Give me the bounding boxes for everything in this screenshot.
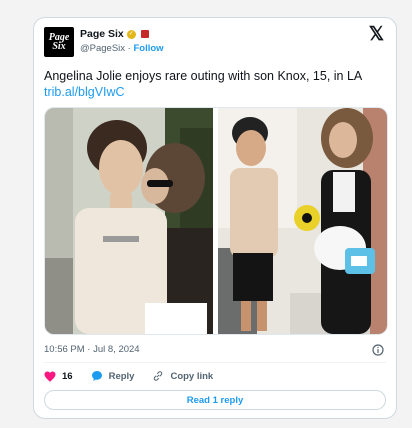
tweet-photo-image: [45, 108, 387, 334]
copy-link-button[interactable]: Copy link: [152, 370, 213, 382]
affiliate-badge-icon: [140, 30, 149, 38]
author-name-row: Page Six ✓: [80, 28, 149, 40]
reply-button[interactable]: Reply: [91, 370, 135, 382]
link-icon: [154, 371, 163, 381]
tweet-body: Angelina Jolie enjoys rare outing with s…: [44, 68, 388, 100]
tweet-card: Page Six Page Six ✓ @PageSix · Follow 𝕏 …: [33, 17, 397, 419]
divider: [44, 362, 386, 363]
reply-label: Reply: [108, 370, 135, 382]
copy-link-label: Copy link: [170, 370, 214, 382]
tweet-link[interactable]: trib.al/blgVIwC: [44, 85, 125, 99]
tweet-text: Angelina Jolie enjoys rare outing with s…: [44, 69, 363, 83]
avatar-text-bottom: Six: [52, 41, 66, 52]
info-icon[interactable]: [372, 343, 384, 361]
tweet-photo[interactable]: [44, 107, 388, 335]
read-replies-label: Read 1 reply: [186, 394, 244, 406]
tweet-timestamp[interactable]: 10:56 PM · Jul 8, 2024: [44, 344, 140, 355]
author-handle[interactable]: @PageSix: [80, 43, 125, 54]
heart-icon: [44, 371, 56, 382]
follow-button[interactable]: Follow: [133, 43, 163, 54]
separator-dot: ·: [127, 43, 131, 54]
like-count: 16: [62, 370, 73, 382]
author-name[interactable]: Page Six: [80, 28, 124, 40]
action-bar: 16 Reply Copy link: [44, 370, 231, 382]
like-button[interactable]: 16: [44, 371, 73, 382]
gold-verified-badge-icon: ✓: [126, 29, 136, 39]
read-replies-button[interactable]: Read 1 reply: [44, 390, 386, 410]
reply-bubble-icon: [91, 371, 102, 381]
avatar[interactable]: Page Six: [44, 27, 74, 57]
author-handle-row: @PageSix · Follow: [80, 43, 164, 54]
x-logo-icon[interactable]: 𝕏: [369, 25, 384, 44]
